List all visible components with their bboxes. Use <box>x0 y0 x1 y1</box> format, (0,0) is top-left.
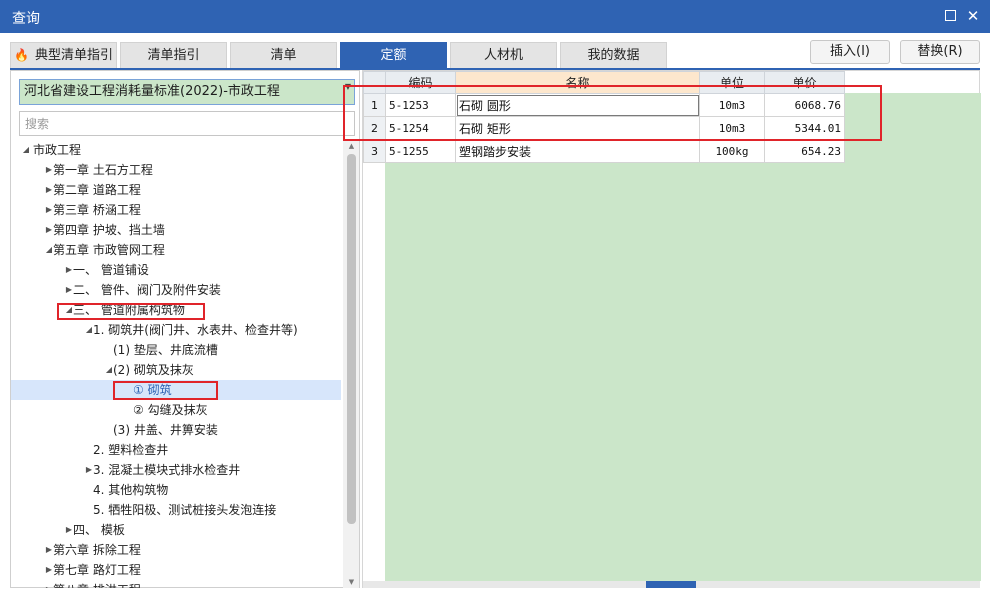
tree-node[interactable]: ▶ 二、 管件、阀门及附件安装 <box>11 280 341 300</box>
close-icon: ✕ <box>966 7 980 25</box>
table-row[interactable]: 3 5-1255 塑钢踏步安装 100kg 654.23 <box>363 139 845 163</box>
tree-node[interactable]: 5. 牺牲阳极、测试桩接头发泡连接 <box>11 500 341 520</box>
left-panel: 河北省建设工程消耗量标准(2022)-市政工程 ▼ ◢ 市政工程 ▶ 第一章 土… <box>10 70 360 588</box>
tree-node[interactable]: ▶ 第八章 排洪工程 <box>11 580 341 588</box>
tree-node-label: 第一章 土石方工程 <box>53 163 153 177</box>
tree-node-label: ② 勾缝及抹灰 <box>133 403 208 417</box>
tree-node[interactable]: ② 勾缝及抹灰 <box>11 400 341 420</box>
result-panel: 编码 名称 单位 单价 1 5-1253 石砌 圆形 10m3 6068.76 … <box>343 70 981 588</box>
library-select[interactable]: 河北省建设工程消耗量标准(2022)-市政工程 ▼ <box>19 79 355 105</box>
tree-node[interactable]: ▶ 第四章 护坡、挡土墙 <box>11 220 341 240</box>
row-index: 3 <box>363 139 386 163</box>
tree-node-label: 第二章 道路工程 <box>53 183 141 197</box>
cell-price[interactable]: 654.23 <box>764 139 845 163</box>
tree-node[interactable]: ▶ 第七章 路灯工程 <box>11 560 341 580</box>
window-title: 查询 <box>12 11 40 27</box>
tab-list[interactable]: 清单 <box>230 42 337 68</box>
tab-typical-list-guide[interactable]: 🔥 典型清单指引 <box>10 42 117 68</box>
tab-my-data[interactable]: 我的数据 <box>560 42 667 68</box>
highlight-box <box>343 85 882 141</box>
pager-indicator[interactable] <box>646 581 696 588</box>
tree-node-label: 四、 模板 <box>73 523 125 537</box>
maximize-button[interactable] <box>940 6 960 26</box>
tab-labor-material-machine[interactable]: 人材机 <box>450 42 557 68</box>
tree-node-label: 1. 砌筑井(阀门井、水表井、检查井等) <box>93 323 298 337</box>
tree-node-label: 2. 塑料检查井 <box>93 443 169 457</box>
scroll-down-icon[interactable]: ▼ <box>347 578 356 586</box>
insert-button[interactable]: 插入(I) <box>810 40 890 64</box>
tree-node-label: 市政工程 <box>33 143 82 157</box>
tab-bar: 🔥 典型清单指引 清单指引 清单 定额 人材机 我的数据 插入(I) 替换(R) <box>0 33 990 69</box>
scroll-up-icon[interactable]: ▲ <box>347 142 356 150</box>
vertical-scrollbar[interactable]: ▲ ▼ <box>343 140 359 588</box>
tree-node[interactable]: 4. 其他构筑物 <box>11 480 341 500</box>
tree-node-label: 第六章 拆除工程 <box>53 543 141 557</box>
tree-node[interactable]: ▶ 第一章 土石方工程 <box>11 160 341 180</box>
tree-node-label: 5. 牺牲阳极、测试桩接头发泡连接 <box>93 503 277 517</box>
cell-code[interactable]: 5-1255 <box>385 139 456 163</box>
tree-node[interactable]: ▶ 第三章 桥涵工程 <box>11 200 341 220</box>
tree-node-label: 第七章 路灯工程 <box>53 563 141 577</box>
tree-node-label: 第八章 排洪工程 <box>53 580 141 588</box>
horizontal-scrollbar[interactable] <box>363 581 980 588</box>
collapse-icon[interactable]: ◢ <box>21 140 31 160</box>
tree-node-label: 4. 其他构筑物 <box>93 483 169 497</box>
category-tree: ◢ 市政工程 ▶ 第一章 土石方工程 ▶ 第二章 道路工程 ▶ 第三章 桥涵工程… <box>11 140 341 588</box>
grid-background <box>385 93 981 581</box>
close-button[interactable]: ✕ <box>963 6 983 26</box>
title-bar: 查询 ✕ <box>0 0 990 33</box>
tab-list-guide[interactable]: 清单指引 <box>120 42 227 68</box>
fire-icon: 🔥 <box>14 48 29 62</box>
tree-node[interactable]: ▶ 3. 混凝土模块式排水检查井 <box>11 460 341 480</box>
cell-unit[interactable]: 100kg <box>699 139 765 163</box>
tree-node-label: 二、 管件、阀门及附件安装 <box>73 283 221 297</box>
tree-node-label: 第五章 市政管网工程 <box>53 243 165 257</box>
tree-node-label: 3. 混凝土模块式排水检查井 <box>93 463 241 477</box>
tree-node[interactable]: ▶ 第六章 拆除工程 <box>11 540 341 560</box>
tree-node-label: 第四章 护坡、挡土墙 <box>53 223 165 237</box>
tree-node[interactable]: ▶ 第二章 道路工程 <box>11 180 341 200</box>
tree-node-label: (1) 垫层、井底流槽 <box>113 343 218 357</box>
tree-node[interactable]: ◢ (2) 砌筑及抹灰 <box>11 360 341 380</box>
cell-name[interactable]: 塑钢踏步安装 <box>455 139 700 163</box>
tree-node-label: 第三章 桥涵工程 <box>53 203 141 217</box>
tree-node[interactable]: ▶ 四、 模板 <box>11 520 341 540</box>
library-select-value: 河北省建设工程消耗量标准(2022)-市政工程 <box>24 84 280 99</box>
tree-node[interactable]: (3) 井盖、井箅安装 <box>11 420 341 440</box>
search-box[interactable] <box>19 111 355 136</box>
tree-node-label: (3) 井盖、井箅安装 <box>113 423 218 437</box>
tree-node[interactable]: ◢ 市政工程 <box>11 140 341 160</box>
tree-node[interactable]: (1) 垫层、井底流槽 <box>11 340 341 360</box>
scroll-thumb[interactable] <box>347 154 356 524</box>
highlight-box <box>113 381 218 400</box>
replace-button[interactable]: 替换(R) <box>900 40 980 64</box>
tree-node[interactable]: ◢ 第五章 市政管网工程 <box>11 240 341 260</box>
search-input[interactable] <box>20 112 354 135</box>
tab-quota[interactable]: 定额 <box>340 42 447 68</box>
tree-node[interactable]: ◢ 1. 砌筑井(阀门井、水表井、检查井等) <box>11 320 341 340</box>
tree-node-label: (2) 砌筑及抹灰 <box>113 363 194 377</box>
tree-node[interactable]: 2. 塑料检查井 <box>11 440 341 460</box>
tree-node[interactable]: ▶ 一、 管道铺设 <box>11 260 341 280</box>
highlight-box <box>57 303 205 320</box>
maximize-icon <box>944 10 956 21</box>
tree-node-label: 一、 管道铺设 <box>73 263 149 277</box>
